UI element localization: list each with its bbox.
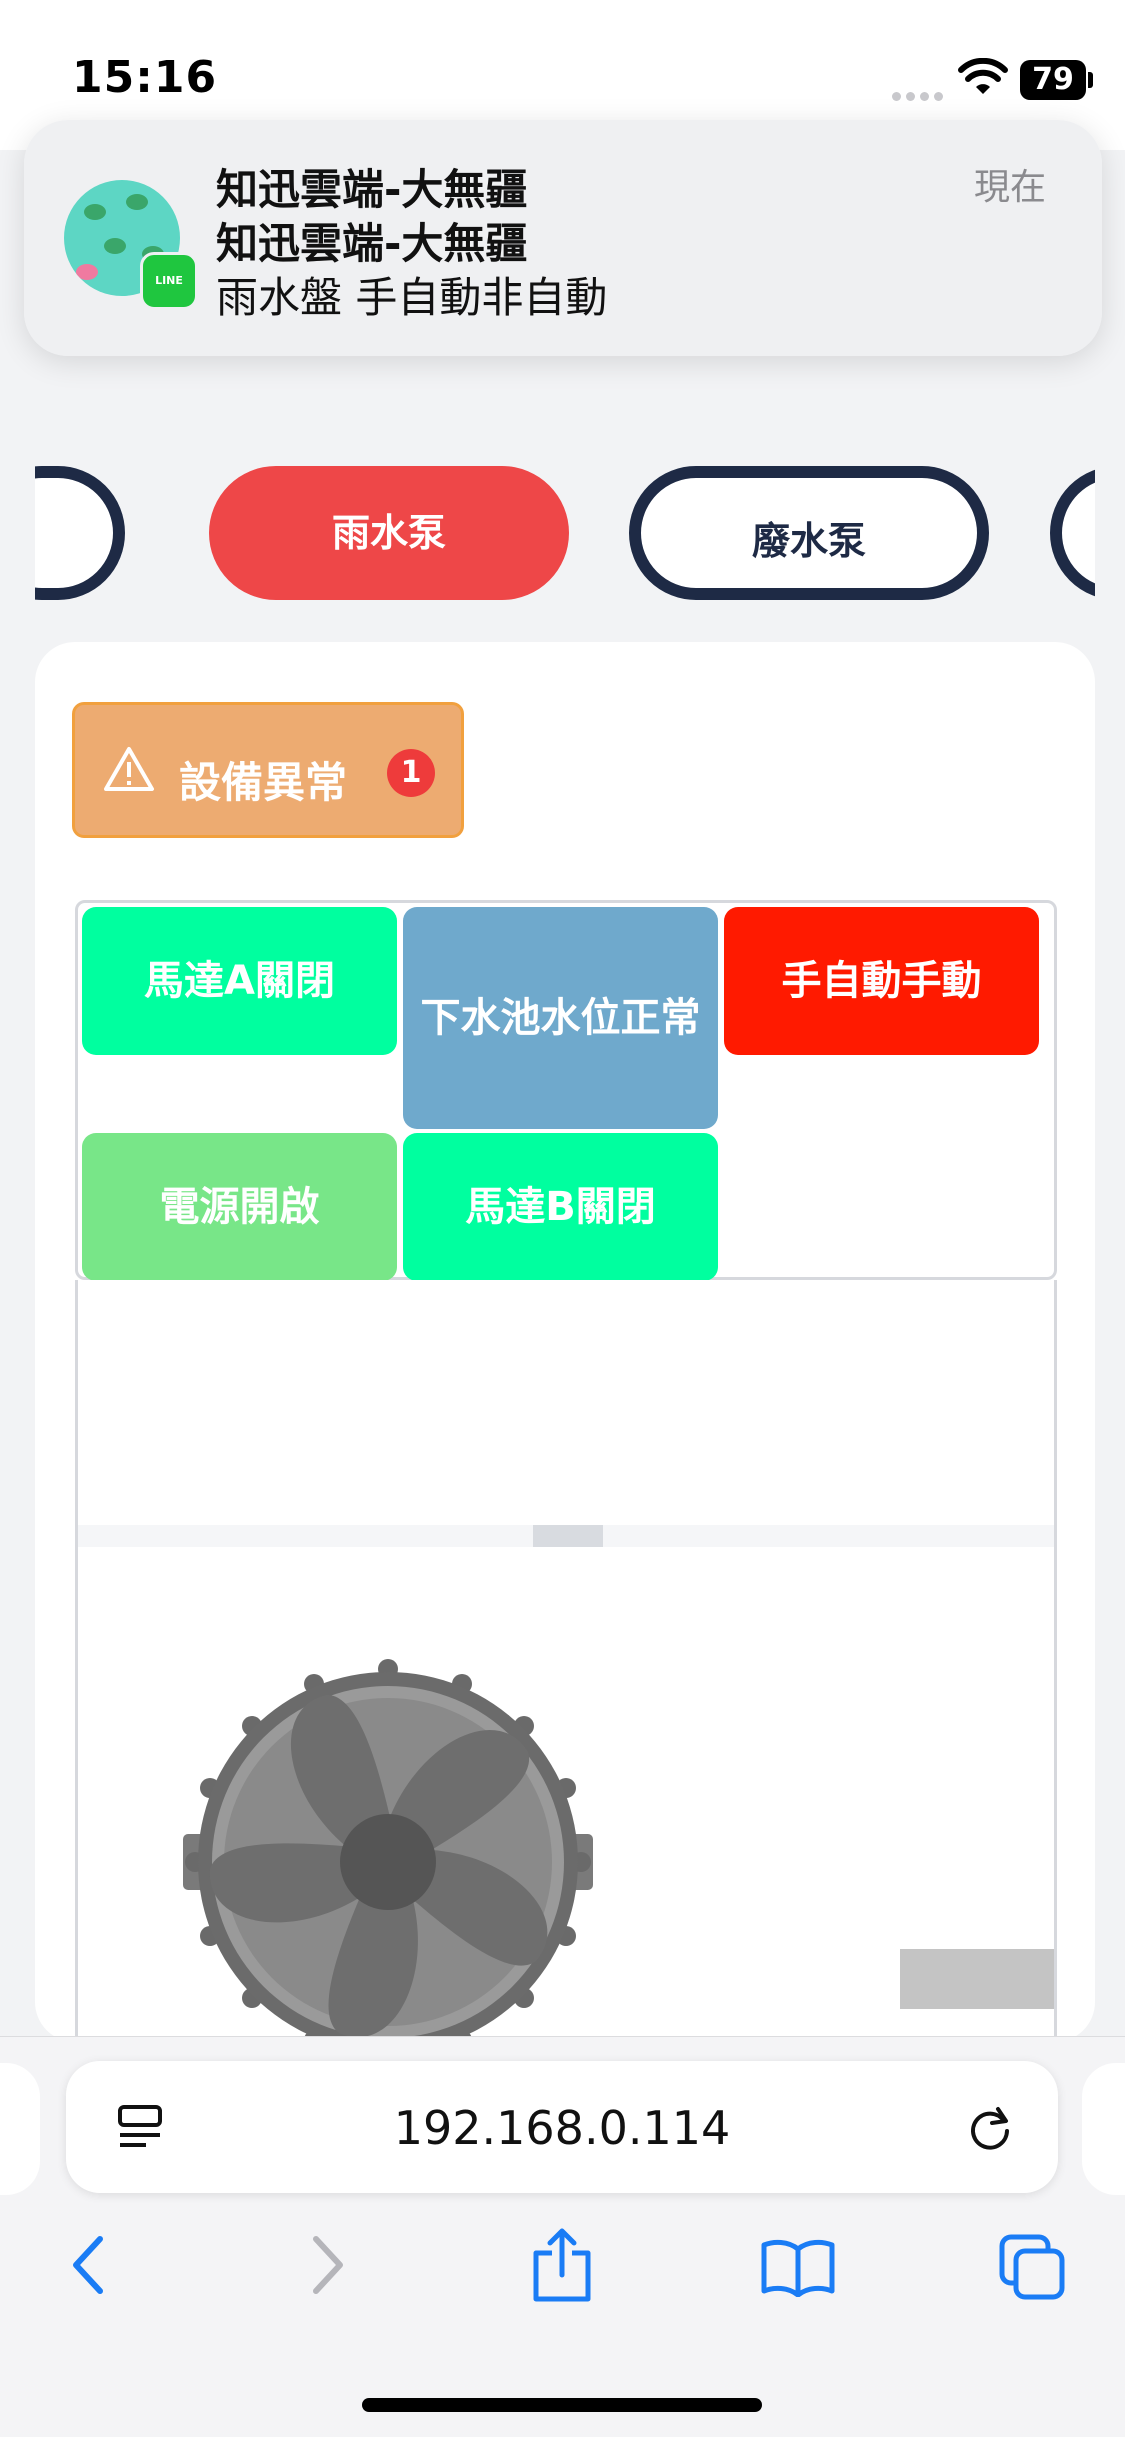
reload-icon[interactable] [964, 2101, 1016, 2157]
address-bar[interactable]: 192.168.0.114 [66, 2061, 1058, 2193]
graphic-panel [75, 1280, 1057, 2036]
alert-label: 設備異常 [179, 758, 348, 807]
browser-toolbar: 192.168.0.114 [0, 2036, 1125, 2437]
power-status-tile: 電源開啟 [82, 1133, 397, 1281]
bookmarks-icon[interactable] [760, 2237, 836, 2301]
back-icon[interactable] [66, 2233, 110, 2301]
fan-icon [178, 1652, 598, 2036]
wifi-icon [958, 57, 1008, 102]
next-tab-preview[interactable] [1082, 2063, 1125, 2195]
url-text[interactable]: 192.168.0.114 [66, 2101, 1058, 2155]
notification-time: 現在 [974, 167, 1047, 208]
auto-manual-status-tile: 手自動手動 [724, 907, 1039, 1055]
motor-b-status-tile: 馬達B關閉 [403, 1133, 718, 1281]
cellular-signal-icon [892, 86, 948, 105]
status-grid: 馬達A關閉 下水池水位正常 手自動手動 電源開啟 馬達B關閉 [75, 900, 1057, 1281]
motor-a-status-tile: 馬達A關閉 [82, 907, 397, 1055]
notification-body: 雨水盤 手自動非自動 [216, 273, 608, 322]
line-notification[interactable]: LINE 知迅雲端-大無疆 知迅雲端-大無疆 雨水盤 手自動非自動 現在 [24, 120, 1102, 356]
line-app-icon: LINE [140, 252, 198, 310]
device-alert-button[interactable]: 設備異常 1 [72, 702, 464, 838]
warning-icon [103, 745, 155, 797]
tab-next[interactable] [1050, 466, 1095, 600]
tab-rain-pump[interactable]: 雨水泵 [209, 466, 569, 600]
device-card: 設備異常 1 馬達A關閉 下水池水位正常 手自動手動 電源開啟 馬達B關閉 [35, 642, 1095, 2036]
tab-waste-pump[interactable]: 廢水泵 [629, 466, 989, 600]
scrollbar-thumb[interactable] [533, 1525, 603, 1547]
home-indicator[interactable] [362, 2398, 762, 2412]
notification-subtitle: 知迅雲端-大無疆 [216, 219, 528, 268]
battery-tip [1088, 72, 1093, 88]
forward-icon[interactable] [306, 2233, 350, 2301]
status-time: 15:16 [72, 52, 218, 103]
previous-tab-preview[interactable] [0, 2063, 40, 2195]
tab-rain-tray[interactable]: 盤 [35, 466, 125, 600]
tabs-icon[interactable] [998, 2233, 1068, 2307]
battery-icon: 79 [1020, 60, 1086, 100]
water-level-status-tile: 下水池水位正常 [403, 907, 718, 1129]
alert-count-badge: 1 [387, 749, 435, 797]
partial-graphic [900, 1949, 1054, 2009]
share-icon[interactable] [530, 2225, 594, 2309]
notification-title: 知迅雲端-大無疆 [216, 165, 528, 214]
web-page: 盤 雨水泵 廢水泵 設備異常 1 馬達A關閉 下水池水位正常 手自動手動 電源開… [35, 356, 1095, 2036]
